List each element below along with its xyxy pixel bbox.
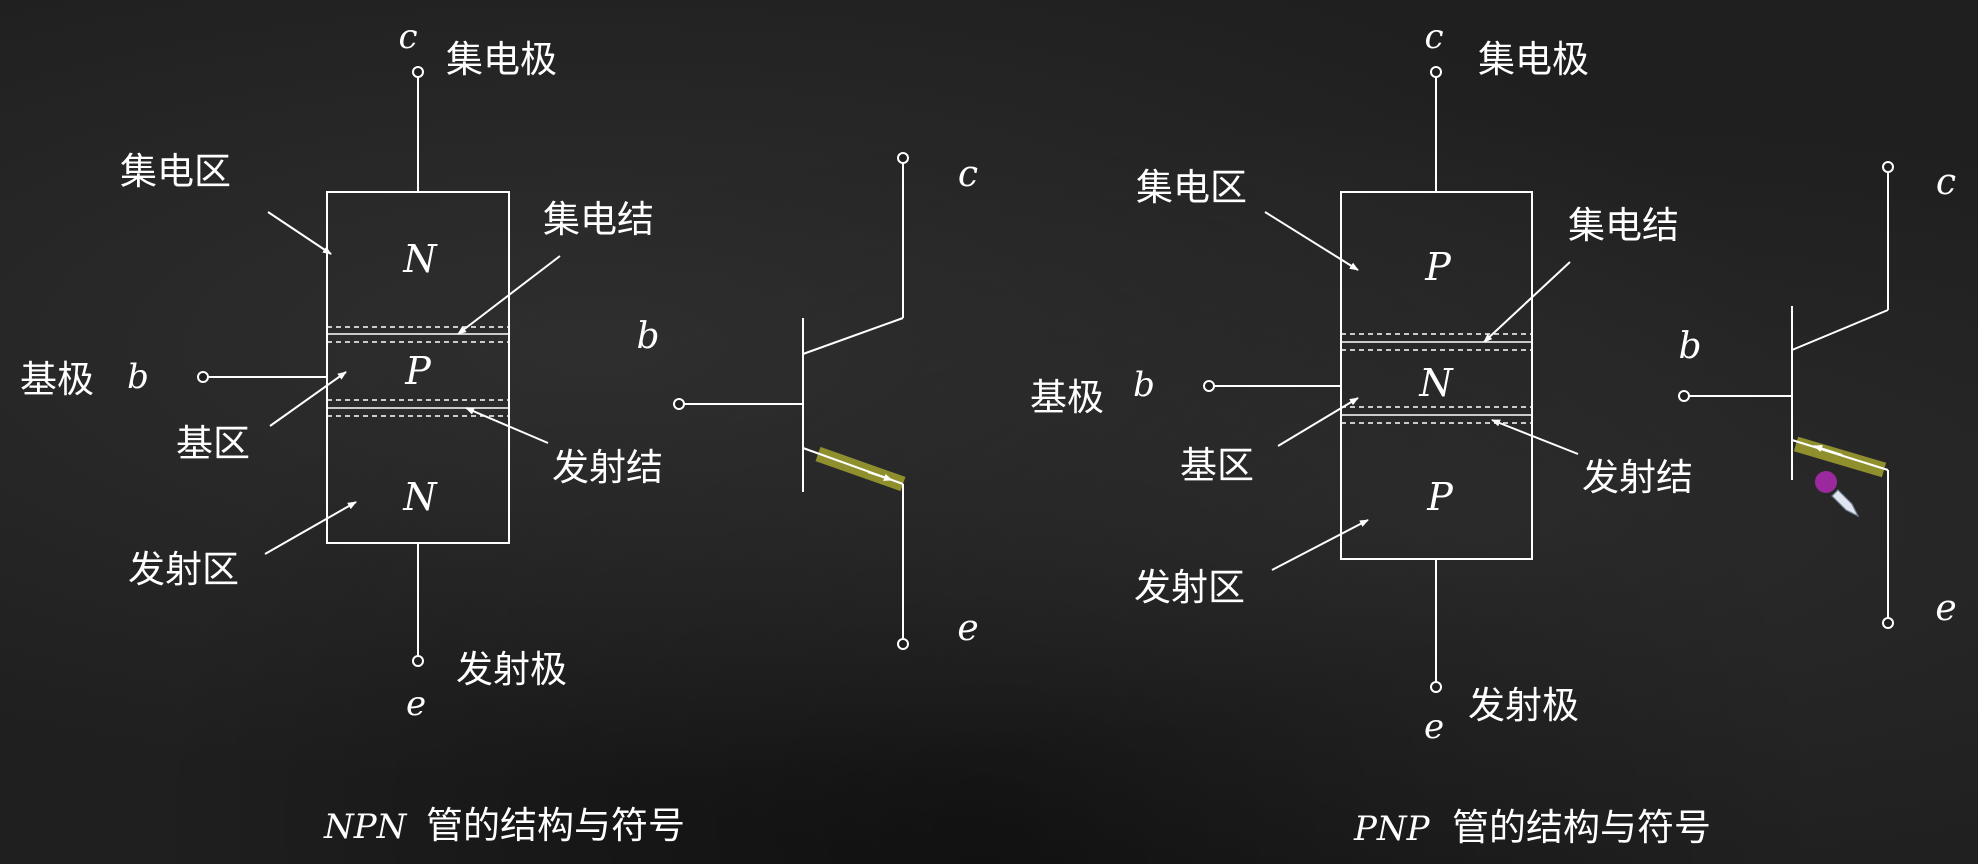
npn-collector-junction-label: 集电结: [543, 198, 654, 241]
pnp-emitter-region-label: 发射区: [1134, 566, 1245, 609]
pnp-layer-1: P: [1424, 245, 1452, 289]
pnp-emitter-label: 发射极: [1468, 684, 1579, 727]
npn-collector-region-arrow: [267, 211, 332, 255]
pnp-caption: PNP 管的结构与符号: [1353, 806, 1711, 849]
pnp-layer-3: P: [1426, 475, 1454, 519]
npn-base-letter: b: [127, 357, 149, 397]
pnp-collector-label: 集电极: [1478, 38, 1589, 81]
pnp-symbol-collector-line: [1791, 309, 1889, 351]
npn-base-label: 基极: [20, 358, 94, 401]
npn-collector-label: 集电极: [446, 38, 557, 81]
pnp-base-region-arrow: [1277, 397, 1359, 447]
npn-symbol-emitter-terminal: [897, 638, 909, 650]
pnp-symbol-emitter-terminal: [1882, 617, 1894, 629]
pnp-emitter-junction-arrow: [1491, 419, 1579, 455]
npn-base-region-arrow: [269, 371, 347, 427]
npn-emitter-letter: e: [406, 684, 426, 724]
pnp-symbol-b-letter: b: [1678, 326, 1701, 367]
pnp-base-terminal: [1203, 380, 1215, 392]
npn-collector-terminal: [412, 66, 424, 78]
pnp-symbol: b c e: [1678, 161, 1957, 629]
pnp-base-label: 基极: [1030, 376, 1104, 419]
pnp-emitter-region-arrow: [1271, 519, 1369, 571]
pnp-base-region-label: 基区: [1180, 444, 1254, 487]
pnp-symbol-collector-terminal: [1882, 161, 1894, 173]
pnp-collector-letter: c: [1424, 17, 1443, 57]
npn-base-region-label: 基区: [176, 422, 250, 465]
npn-caption-text: 管的结构与符号: [426, 804, 685, 847]
npn-emitter-junction-label: 发射结: [552, 446, 663, 489]
npn-symbol-e-letter: e: [957, 608, 978, 649]
pnp-caption-prefix: PNP: [1353, 809, 1431, 849]
npn-symbol-c-letter: c: [958, 154, 978, 195]
pnp-collector-junction-arrow: [1483, 261, 1571, 343]
pnp-base-letter: b: [1133, 365, 1155, 405]
pnp-layer-2: N: [1418, 361, 1454, 405]
npn-caption: NPN 管的结构与符号: [323, 804, 685, 847]
pointer-dot: [1815, 471, 1837, 493]
npn-layer-3: N: [402, 475, 438, 519]
pnp-caption-text: 管的结构与符号: [1452, 806, 1711, 849]
pnp-emitter-junction-label: 发射结: [1582, 456, 1693, 499]
npn-emitter-label: 发射极: [456, 648, 567, 691]
pnp-collector-terminal: [1430, 66, 1442, 78]
npn-collector-region-label: 集电区: [120, 150, 231, 193]
npn-collector-letter: c: [398, 17, 417, 57]
npn-layer-1: N: [402, 237, 438, 281]
pnp-collector-region-label: 集电区: [1136, 166, 1247, 209]
npn-layer-2: P: [404, 349, 432, 393]
npn-symbol-collector-line: [802, 317, 904, 355]
npn-emitter-junction-arrow: [465, 407, 549, 444]
npn-symbol-collector-terminal: [897, 152, 909, 164]
pnp-symbol-highlight: [1793, 436, 1887, 478]
pnp-symbol-base-terminal: [1678, 390, 1690, 402]
npn-symbol: b c e: [636, 152, 979, 650]
npn-symbol-base-terminal: [673, 398, 685, 410]
pnp-symbol-e-letter: e: [1935, 588, 1956, 629]
npn-emitter-region-arrow: [264, 501, 357, 555]
pnp-collector-junction-label: 集电结: [1568, 204, 1679, 247]
pen-cursor-icon[interactable]: [1831, 489, 1860, 518]
pnp-emitter-terminal: [1430, 681, 1442, 693]
npn-structure: c 集电极 N P N 集电区 集电结 基极 b 基区 发射结 发射区 发射极 …: [20, 17, 663, 724]
npn-symbol-b-letter: b: [636, 316, 659, 357]
pnp-symbol-c-letter: c: [1936, 162, 1956, 203]
pnp-emitter-letter: e: [1424, 707, 1444, 747]
npn-emitter-terminal: [412, 655, 424, 667]
npn-emitter-region-label: 发射区: [128, 548, 239, 591]
npn-caption-prefix: NPN: [323, 807, 408, 847]
pnp-structure: c 集电极 P N P 集电区 集电结 基极 b 基区 发射结 发射区 发射极 …: [1030, 17, 1693, 747]
npn-base-terminal: [197, 371, 209, 383]
pnp-collector-region-arrow: [1264, 211, 1359, 271]
diagram-canvas: c 集电极 N P N 集电区 集电结 基极 b 基区 发射结 发射区 发射极 …: [20, 17, 1957, 849]
